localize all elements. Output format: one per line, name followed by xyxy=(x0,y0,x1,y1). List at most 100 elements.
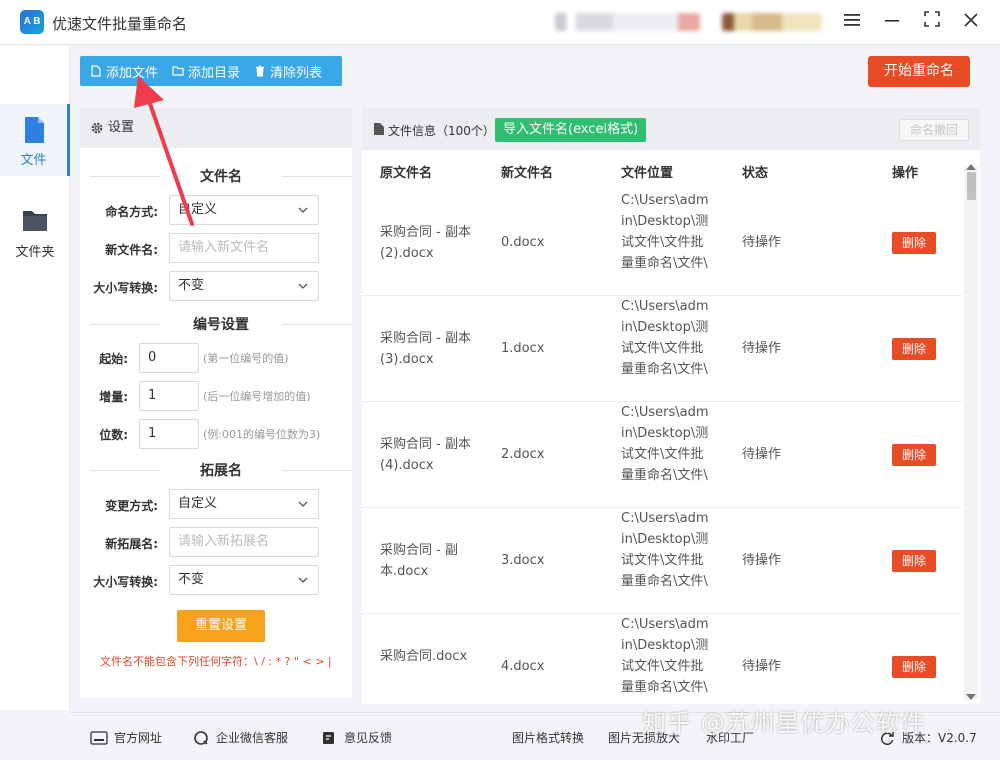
ext-mode-select[interactable]: 自定义 xyxy=(169,489,319,519)
clear-list-label: 清除列表 xyxy=(270,65,323,81)
case-value: 不变 xyxy=(178,278,205,293)
delete-row-button[interactable]: 删除 xyxy=(892,338,936,360)
maximize-icon[interactable] xyxy=(920,10,944,34)
chevron-down-icon xyxy=(298,577,308,583)
cell-location: C:\Users\admin\Desktop\测试文件\文件批量重命名\文件\ xyxy=(621,299,709,377)
wechat-support-link[interactable]: 企业微信客服 xyxy=(192,729,288,746)
image-convert-link[interactable]: 图片格式转换 xyxy=(512,729,584,746)
cell-original-name: 采购合同 - 副本.docx xyxy=(380,543,458,579)
file-info-panel: 文件信息（100个） 导入文件名(excel格式) 命名撤回 原文件名 新文件名… xyxy=(362,108,980,704)
website-link[interactable]: 官方网址 xyxy=(90,729,162,746)
start-input[interactable]: 0 xyxy=(139,343,199,373)
blurred-user-avatar xyxy=(722,13,822,31)
digits-label: 位数: xyxy=(99,428,128,442)
delete-row-button[interactable]: 删除 xyxy=(892,550,936,572)
numbering-section-title: 编号设置 xyxy=(90,314,352,334)
gear-icon xyxy=(91,122,103,134)
table-row[interactable]: 采购合同 - 副本 (2).docx 0.docx C:\Users\admin… xyxy=(362,190,962,296)
document-icon xyxy=(374,123,384,135)
table-row[interactable]: 采购合同 - 副本 (3).docx 1.docx C:\Users\admin… xyxy=(362,296,962,402)
ext-case-label: 大小写转换: xyxy=(93,575,158,589)
scroll-up-icon[interactable] xyxy=(966,164,976,170)
file-table-body: 采购合同 - 副本 (2).docx 0.docx C:\Users\admin… xyxy=(362,190,962,704)
chevron-down-icon xyxy=(298,207,308,213)
file-info-title: 文件信息（100个） xyxy=(388,124,495,138)
feedback-link[interactable]: 意见反馈 xyxy=(320,729,392,746)
close-icon[interactable] xyxy=(959,10,983,34)
digits-input[interactable]: 1 xyxy=(139,419,199,449)
website-icon xyxy=(90,730,108,745)
nav-item-file[interactable]: 文件 xyxy=(0,104,70,176)
invalid-chars-warning: 文件名不能包含下列任何字符：\ / : * ? " < > | xyxy=(100,655,332,668)
left-nav: 文件 文件夹 xyxy=(0,46,70,710)
add-file-icon xyxy=(91,65,101,77)
ext-case-select[interactable]: 不变 xyxy=(169,565,319,595)
red-arrow-annotation xyxy=(134,76,194,226)
ext-mode-value: 自定义 xyxy=(178,496,218,511)
cell-location: C:\Users\admin\Desktop\测试文件\文件批量重命名\文件\ xyxy=(621,511,709,589)
new-name-input[interactable]: 请输入新文件名 xyxy=(169,233,319,263)
file-icon xyxy=(25,117,44,143)
start-label: 起始: xyxy=(99,352,128,366)
cell-status: 待操作 xyxy=(742,341,782,356)
website-label: 官方网址 xyxy=(114,731,163,745)
ext-case-value: 不变 xyxy=(178,572,205,587)
trash-icon xyxy=(256,65,265,77)
cell-original-name: 采购合同 - 副本 (3).docx xyxy=(380,331,471,367)
table-row[interactable]: 采购合同 - 副本 (4).docx 2.docx C:\Users\admin… xyxy=(362,402,962,508)
cell-new-name: 2.docx xyxy=(501,447,545,462)
app-logo-icon: A B xyxy=(20,10,44,34)
cell-location: C:\Users\admin\Desktop\测试文件\文件批量重命名\文件\ xyxy=(621,193,709,271)
step-input[interactable]: 1 xyxy=(139,381,199,411)
cell-status: 待操作 xyxy=(742,553,782,568)
cell-location: C:\Users\admin\Desktop\测试文件\文件批量重命名\文件\ xyxy=(621,617,709,695)
cell-new-name: 3.docx xyxy=(501,553,545,568)
delete-row-button[interactable]: 删除 xyxy=(892,444,936,466)
table-row[interactable]: 采购合同.docx 4.docx C:\Users\admin\Desktop\… xyxy=(362,614,962,704)
table-row[interactable]: 采购合同 - 副本.docx 3.docx C:\Users\admin\Des… xyxy=(362,508,962,614)
new-ext-input[interactable]: 请输入新拓展名 xyxy=(169,527,319,557)
step-label: 增量: xyxy=(99,390,128,404)
reset-settings-button[interactable]: 重置设置 xyxy=(177,610,265,642)
col-status[interactable]: 状态 xyxy=(742,162,768,181)
cell-original-name: 采购合同 - 副本 (2).docx xyxy=(380,225,471,261)
chevron-down-icon xyxy=(298,501,308,507)
scroll-thumb[interactable] xyxy=(967,172,976,200)
col-original-name[interactable]: 原文件名 xyxy=(380,162,432,181)
col-location[interactable]: 文件位置 xyxy=(621,162,673,181)
delete-row-button[interactable]: 删除 xyxy=(892,232,936,254)
cell-location: C:\Users\admin\Desktop\测试文件\文件批量重命名\文件\ xyxy=(621,405,709,483)
case-select[interactable]: 不变 xyxy=(169,271,319,301)
import-excel-button[interactable]: 导入文件名(excel格式) xyxy=(495,118,647,142)
feedback-label: 意见反馈 xyxy=(344,731,393,745)
scroll-down-icon[interactable] xyxy=(966,694,976,700)
cell-original-name: 采购合同.docx xyxy=(380,649,468,664)
cell-status: 待操作 xyxy=(742,447,782,462)
new-name-label: 新文件名: xyxy=(105,243,158,257)
start-hint: (第一位编号的值) xyxy=(203,352,289,365)
cell-new-name: 4.docx xyxy=(501,659,545,674)
undo-rename-button[interactable]: 命名撤回 xyxy=(899,119,969,141)
menu-icon[interactable] xyxy=(840,10,864,34)
step-hint: (后一位编号增加的值) xyxy=(203,390,311,403)
col-new-name[interactable]: 新文件名 xyxy=(501,162,553,181)
cell-status: 待操作 xyxy=(742,235,782,250)
title-bar: A B 优速文件批量重命名 xyxy=(0,0,1000,45)
watermark-text: 知乎 @苏州星优办公软件 xyxy=(642,709,926,737)
start-rename-button[interactable]: 开始重命名 xyxy=(868,56,970,87)
minimize-icon[interactable] xyxy=(880,10,904,34)
col-action[interactable]: 操作 xyxy=(892,162,918,181)
digits-hint: (例:001的编号位数为3) xyxy=(203,428,321,441)
wechat-label: 企业微信客服 xyxy=(216,731,289,745)
cell-status: 待操作 xyxy=(742,659,782,674)
nav-item-folder[interactable]: 文件夹 xyxy=(0,196,70,268)
new-ext-label: 新拓展名: xyxy=(105,537,158,551)
clear-list-button[interactable]: 清除列表 xyxy=(254,62,322,81)
ext-mode-label: 变更方式: xyxy=(105,499,158,513)
delete-row-button[interactable]: 删除 xyxy=(892,656,936,678)
cell-new-name: 0.docx xyxy=(501,235,545,250)
table-scrollbar[interactable] xyxy=(964,164,978,700)
blurred-account-info xyxy=(555,13,700,31)
ext-section-title: 拓展名 xyxy=(90,460,352,480)
case-label: 大小写转换: xyxy=(93,281,158,295)
